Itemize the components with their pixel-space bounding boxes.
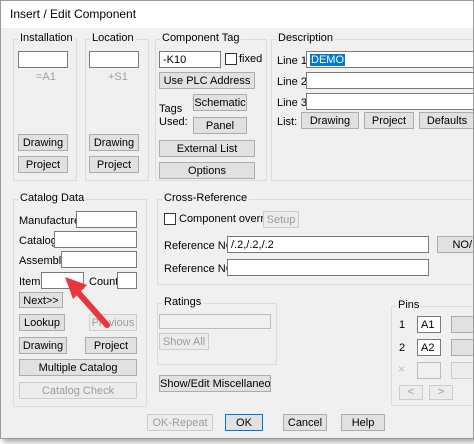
catalog-drawing-button[interactable]: Drawing bbox=[19, 337, 67, 354]
use-plc-address-button[interactable]: Use PLC Address bbox=[159, 72, 255, 89]
insert-edit-component-dialog: Insert / Edit Component Installation =A1… bbox=[0, 0, 474, 439]
cancel-button[interactable]: Cancel bbox=[283, 414, 327, 431]
no-nc-button[interactable]: NO/ bbox=[437, 236, 473, 253]
show-all-button[interactable]: Show All bbox=[159, 333, 209, 350]
pin1-label: 1 bbox=[399, 319, 406, 331]
reference-no-label: Reference NO bbox=[164, 240, 235, 252]
ok-repeat-button[interactable]: OK-Repeat bbox=[147, 414, 213, 431]
next-button[interactable]: Next>> bbox=[19, 292, 63, 308]
installation-project-button[interactable]: Project bbox=[18, 156, 68, 173]
help-button[interactable]: Help bbox=[341, 414, 385, 431]
line3-input[interactable] bbox=[306, 93, 473, 110]
reference-nc-input[interactable] bbox=[227, 259, 429, 276]
line1-input[interactable]: DEMO bbox=[306, 51, 473, 68]
location-drawing-button[interactable]: Drawing bbox=[89, 134, 139, 151]
tags-used-label: Tags Used: bbox=[159, 103, 188, 128]
catalog-check-button[interactable]: Catalog Check bbox=[19, 382, 137, 399]
location-input[interactable] bbox=[89, 51, 139, 68]
line2-label: Line 2 bbox=[277, 76, 307, 88]
installation-hint: =A1 bbox=[36, 71, 56, 83]
manufacturer-input[interactable] bbox=[76, 211, 137, 228]
annotation-arrow-shaft bbox=[72, 286, 110, 328]
location-hint: +S1 bbox=[108, 71, 128, 83]
assembly-input[interactable] bbox=[61, 251, 137, 268]
pin2-input[interactable]: A2 bbox=[417, 339, 441, 356]
pins-title: Pins bbox=[396, 299, 422, 311]
multiple-catalog-button[interactable]: Multiple Catalog bbox=[19, 359, 137, 376]
lookup-button[interactable]: Lookup bbox=[19, 314, 65, 331]
pin3-input[interactable] bbox=[417, 362, 441, 379]
description-title: Description bbox=[276, 32, 336, 44]
list-label: List: bbox=[277, 116, 298, 128]
pin3-side-button[interactable] bbox=[451, 362, 473, 379]
count-input[interactable] bbox=[117, 272, 137, 289]
catalog-label: Catalog bbox=[19, 235, 57, 247]
reference-nc-label: Reference NC bbox=[164, 263, 234, 275]
pin1-input[interactable]: A1 bbox=[417, 316, 441, 333]
reference-no-input[interactable]: /.2,/.2,/.2 bbox=[227, 236, 429, 253]
fixed-checkbox[interactable] bbox=[225, 53, 237, 65]
setup-button[interactable]: Setup bbox=[263, 211, 299, 228]
pin2-label: 2 bbox=[399, 342, 406, 354]
annotation-arrow-icon bbox=[65, 277, 110, 328]
description-drawing-button[interactable]: Drawing bbox=[301, 112, 359, 129]
installation-input[interactable] bbox=[18, 51, 68, 68]
pin1-side-button[interactable] bbox=[451, 316, 473, 333]
location-title: Location bbox=[90, 32, 136, 44]
item-label: Item bbox=[19, 276, 41, 288]
pins-next-button[interactable]: > bbox=[429, 385, 453, 400]
window-title: Insert / Edit Component bbox=[1, 1, 473, 28]
show-edit-miscellaneous-button[interactable]: Show/Edit Miscellaneous bbox=[159, 375, 271, 392]
line2-input[interactable] bbox=[306, 72, 473, 89]
ratings-input[interactable] bbox=[159, 314, 271, 329]
description-project-button[interactable]: Project bbox=[364, 112, 414, 129]
component-tag-title: Component Tag bbox=[160, 32, 242, 44]
manufacturer-label: Manufacturer bbox=[19, 215, 84, 227]
external-list-button[interactable]: External List bbox=[159, 140, 255, 157]
catalog-project-button[interactable]: Project bbox=[85, 337, 137, 354]
component-tag-input[interactable]: -K10 bbox=[159, 51, 221, 68]
catalog-data-title: Catalog Data bbox=[18, 192, 87, 204]
schematic-button[interactable]: Schematic bbox=[193, 94, 247, 111]
description-defaults-button[interactable]: Defaults bbox=[419, 112, 473, 129]
line1-value: DEMO bbox=[310, 54, 345, 66]
line1-label: Line 1 bbox=[277, 55, 307, 67]
catalog-input[interactable] bbox=[54, 231, 137, 248]
pin2-side-button[interactable] bbox=[451, 339, 473, 356]
ok-button[interactable]: OK bbox=[225, 414, 263, 431]
location-project-button[interactable]: Project bbox=[89, 156, 139, 173]
component-override-checkbox[interactable] bbox=[164, 213, 176, 225]
line3-label: Line 3 bbox=[277, 97, 307, 109]
ratings-title: Ratings bbox=[162, 296, 204, 308]
pins-prev-button[interactable]: < bbox=[399, 385, 423, 400]
panel-button[interactable]: Panel bbox=[193, 117, 247, 134]
installation-title: Installation bbox=[18, 32, 75, 44]
pin3-unavailable-icon: × bbox=[398, 362, 406, 376]
options-button[interactable]: Options bbox=[159, 162, 255, 179]
cross-reference-title: Cross-Reference bbox=[162, 192, 250, 204]
installation-drawing-button[interactable]: Drawing bbox=[18, 134, 68, 151]
assembly-label: Assembly bbox=[19, 255, 67, 267]
fixed-label: fixed bbox=[239, 53, 263, 65]
